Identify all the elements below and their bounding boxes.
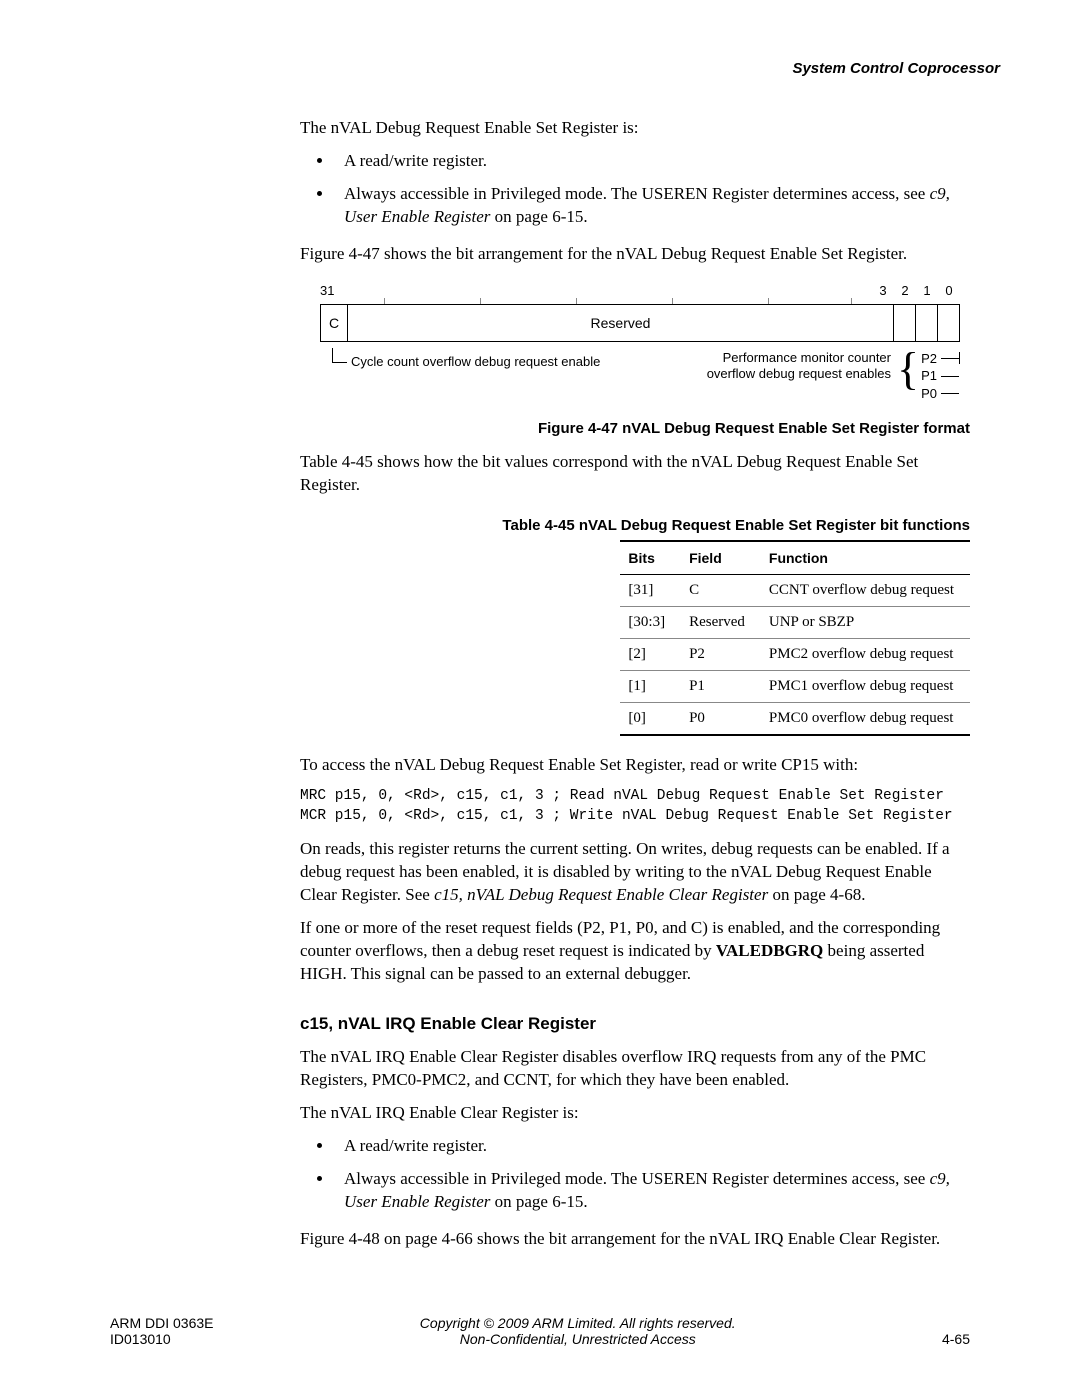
table-ref-text: Table 4-45 shows how the bit values corr… [300,451,970,497]
bit-label-2: 2 [894,283,916,298]
section-header: System Control Coprocessor [110,60,1000,77]
reg-cell-p2 [894,305,916,341]
p1-label: P1 [921,367,937,385]
access-text: To access the nVAL Debug Request Enable … [300,754,970,777]
reg-cell-p1 [916,305,938,341]
bit-label-1: 1 [916,283,938,298]
perf-counter-label-1: Performance monitor counter [707,350,891,366]
reads-text: On reads, this register returns the curr… [300,838,970,907]
bit-label-3: 3 [872,283,894,298]
irq-is-text: The nVAL IRQ Enable Clear Register is: [300,1102,970,1125]
page-footer: ARM DDI 0363E ID013010 Copyright © 2009 … [110,1295,970,1347]
bullet-access: Always accessible in Privileged mode. Th… [334,183,970,229]
bullet-access-suffix: on page 6-15. [490,207,587,226]
p2-label: P2 [921,350,937,368]
table-row: [0] P0 PMC0 overflow debug request [620,703,970,736]
fig48-ref-text: Figure 4-48 on page 4-66 shows the bit a… [300,1228,970,1251]
table-row: [1] P1 PMC1 overflow debug request [620,671,970,703]
figure-caption: Figure 4-47 nVAL Debug Request Enable Se… [300,420,970,437]
bit-label-0: 0 [938,283,960,298]
fig-ref-text: Figure 4-47 shows the bit arrangement fo… [300,243,970,266]
register-figure: 31 3 2 1 0 C Reserved [320,280,960,403]
table-row: [2] P2 PMC2 overflow debug request [620,639,970,671]
irq-desc-text: The nVAL IRQ Enable Clear Register disab… [300,1046,970,1092]
th-bits: Bits [620,541,681,575]
bullet2-access: Always accessible in Privileged mode. Th… [334,1168,970,1214]
th-function: Function [761,541,970,575]
bit-functions-table: Bits Field Function [31] C CCNT overflow… [620,540,970,736]
table-caption: Table 4-45 nVAL Debug Request Enable Set… [300,517,970,534]
copyright-text: Copyright © 2009 ARM Limited. All rights… [213,1315,941,1331]
table-row: [30:3] Reserved UNP or SBZP [620,607,970,639]
bullet-access-prefix: Always accessible in Privileged mode. Th… [344,184,930,203]
section-heading: c15, nVAL IRQ Enable Clear Register [300,1014,970,1034]
reg-cell-c: C [321,305,348,341]
confidentiality-text: Non-Confidential, Unrestricted Access [213,1331,941,1347]
perf-counter-label-2: overflow debug request enables [707,366,891,382]
reset-text: If one or more of the reset request fiel… [300,917,970,986]
cycle-count-label: Cycle count overflow debug request enabl… [351,354,600,369]
code-block: MRC p15, 0, <Rd>, c15, c1, 3 ; Read nVAL… [300,787,970,826]
doc-number: ARM DDI 0363E [110,1315,213,1331]
bullet-rw: A read/write register. [334,150,970,173]
reg-cell-reserved: Reserved [348,305,894,341]
bit-label-31: 31 [320,283,348,298]
intro-text: The nVAL Debug Request Enable Set Regist… [300,117,970,140]
reg-cell-p0 [938,305,959,341]
table-row: [31] C CCNT overflow debug request [620,575,970,607]
brace-icon: { [897,348,919,389]
doc-id: ID013010 [110,1331,213,1347]
th-field: Field [681,541,761,575]
valedbgrq-signal: VALEDBGRQ [716,941,823,960]
p0-label: P0 [921,385,937,403]
bullet2-rw: A read/write register. [334,1135,970,1158]
page-number: 4-65 [942,1331,970,1347]
clear-reg-link: c15, nVAL Debug Request Enable Clear Reg… [434,885,768,904]
